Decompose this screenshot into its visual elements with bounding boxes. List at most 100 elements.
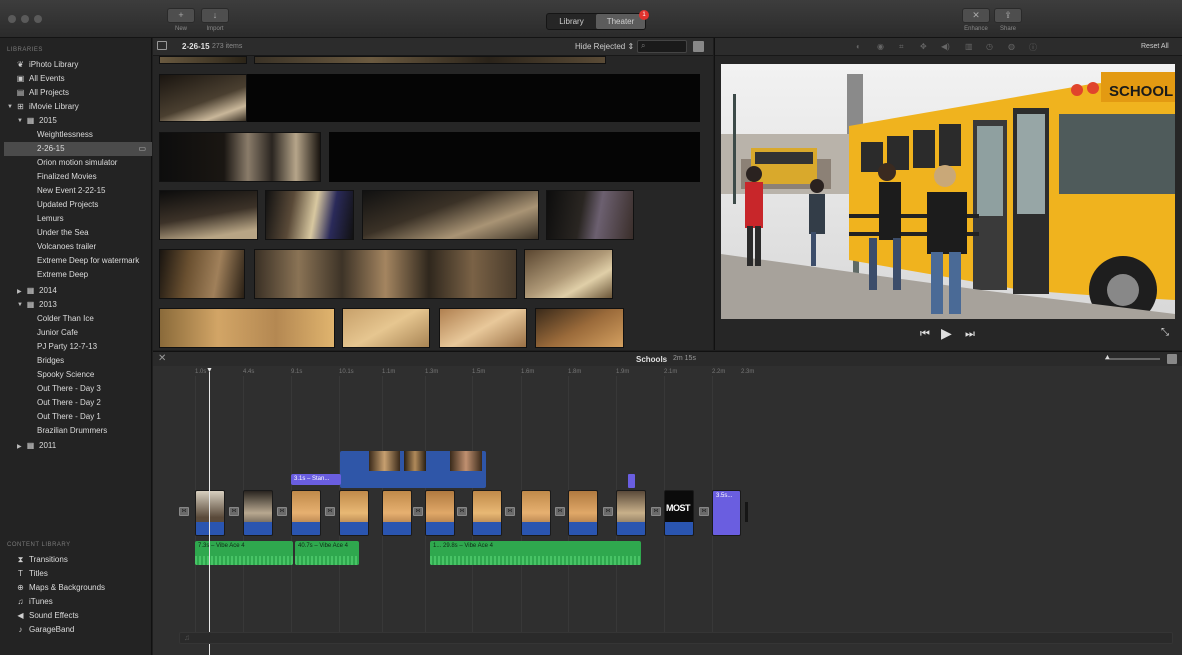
search-input[interactable]: ⌕ xyxy=(637,40,687,53)
timeline-clip[interactable] xyxy=(291,490,321,536)
cutaway-clip[interactable] xyxy=(340,451,486,488)
stabilization-icon[interactable]: ✥ xyxy=(920,42,927,51)
sidebar-item-out-there-2[interactable]: Out There - Day 2 xyxy=(37,396,101,410)
sidebar-item-colder-than-ice[interactable]: Colder Than Ice xyxy=(37,312,94,326)
audio-clip[interactable]: 40.7s – Vibe Ace 4 xyxy=(295,541,359,565)
title-clip[interactable]: 3.5s... xyxy=(712,490,741,536)
content-item-itunes[interactable]: ♫ iTunes xyxy=(16,595,53,609)
sidebar-item-out-there-3[interactable]: Out There - Day 3 xyxy=(37,382,101,396)
clip-thumbnail-dark[interactable] xyxy=(247,74,700,122)
sidebar-item-new-event[interactable]: New Event 2-22-15 xyxy=(37,184,105,198)
clip-thumbnail[interactable] xyxy=(265,190,354,240)
transition-icon[interactable]: ⋈ xyxy=(603,507,613,516)
share-button[interactable]: ⇪ xyxy=(994,8,1022,23)
timeline-clip[interactable] xyxy=(339,490,369,536)
hide-rejected-dropdown[interactable]: Hide Rejected ⇕ xyxy=(575,42,634,51)
background-music-well[interactable]: ♫ xyxy=(179,632,1173,644)
timeline-clip[interactable] xyxy=(425,490,455,536)
sidebar-item-all-events[interactable]: ▣ All Events xyxy=(16,72,65,86)
clip-thumbnail[interactable] xyxy=(254,249,517,299)
timeline-clip-most-logo[interactable]: MOST xyxy=(664,490,694,536)
sidebar-item-bridges[interactable]: Bridges xyxy=(37,354,64,368)
volume-icon[interactable]: ◀) xyxy=(941,42,950,51)
transition-icon[interactable]: ⋈ xyxy=(413,507,423,516)
timeline-clip[interactable] xyxy=(616,490,646,536)
timeline-clip[interactable] xyxy=(243,490,273,536)
sidebar-item-out-there-1[interactable]: Out There - Day 1 xyxy=(37,410,101,424)
sidebar-item-extreme-deep[interactable]: Extreme Deep xyxy=(37,268,88,282)
zoom-slider[interactable] xyxy=(1105,358,1160,360)
sidebar-item-updated-projects[interactable]: Updated Projects xyxy=(37,198,98,212)
zoom-window-button[interactable] xyxy=(34,15,42,23)
content-item-garageband[interactable]: ♪ GarageBand xyxy=(16,623,75,637)
clip-appearance-icon[interactable] xyxy=(693,41,704,52)
info-icon[interactable]: ⓘ xyxy=(1029,42,1037,53)
enhance-button[interactable]: ✕ xyxy=(962,8,990,23)
disclosure-triangle-icon[interactable]: ▶ xyxy=(17,288,22,295)
transition-icon[interactable]: ⋈ xyxy=(229,507,239,516)
transition-icon[interactable]: ⋈ xyxy=(179,507,189,516)
sidebar-item-brazilian-drummers[interactable]: Brazilian Drummers xyxy=(37,424,107,438)
title-clip-label[interactable]: 3.1s – Stan... xyxy=(291,474,341,485)
clip-thumbnail[interactable] xyxy=(159,74,247,122)
clip-filter-icon[interactable]: ◍ xyxy=(1008,42,1015,51)
sidebar-item-2011[interactable]: ▦ 2011 xyxy=(26,439,56,453)
transition-icon[interactable]: ⋈ xyxy=(699,507,709,516)
timeline-clip[interactable] xyxy=(568,490,598,536)
sidebar-item-2-26-15[interactable]: 2-26-15 ▭ xyxy=(4,142,152,156)
playhead[interactable] xyxy=(209,372,210,655)
transition-icon[interactable]: ⋈ xyxy=(325,507,335,516)
color-correction-icon[interactable]: ◉ xyxy=(877,42,884,51)
timeline-clip[interactable] xyxy=(195,490,225,536)
disclosure-triangle-icon[interactable]: ▼ xyxy=(17,118,23,124)
transition-icon[interactable]: ⋈ xyxy=(505,507,515,516)
timeline-settings-icon[interactable] xyxy=(1167,354,1177,364)
crop-icon[interactable]: ⌗ xyxy=(899,42,904,52)
clip-thumbnail[interactable] xyxy=(159,190,258,240)
clip-thumbnail[interactable] xyxy=(159,249,245,299)
play-icon[interactable]: ▶ xyxy=(941,325,952,342)
timeline-clip[interactable] xyxy=(521,490,551,536)
sidebar-item-spooky-science[interactable]: Spooky Science xyxy=(37,368,94,382)
clip-thumbnail[interactable] xyxy=(546,190,634,240)
disclosure-triangle-icon[interactable]: ▼ xyxy=(7,104,13,110)
tab-theater[interactable]: Theater xyxy=(596,14,645,29)
sidebar-item-2013[interactable]: ▦ 2013 xyxy=(26,298,57,312)
sidebar-item-extreme-deep-watermark[interactable]: Extreme Deep for watermark xyxy=(37,254,139,268)
clip-thumbnail[interactable] xyxy=(362,190,539,240)
sidebar-item-volcanoes[interactable]: Volcanoes trailer xyxy=(37,240,96,254)
import-button[interactable]: ↓ xyxy=(201,8,229,23)
reset-all-button[interactable]: Reset All xyxy=(1141,43,1169,50)
clip-thumbnail[interactable] xyxy=(159,308,335,348)
sidebar-item-under-the-sea[interactable]: Under the Sea xyxy=(37,226,89,240)
content-item-maps[interactable]: ⊕ Maps & Backgrounds xyxy=(16,581,105,595)
clip-thumbnail-dark[interactable] xyxy=(329,132,700,182)
playhead-handle-icon[interactable]: ▼ xyxy=(206,367,213,374)
clip-thumbnail[interactable] xyxy=(254,56,606,64)
sidebar-item-pj-party[interactable]: PJ Party 12-7-13 xyxy=(37,340,97,354)
sidebar-item-weightlessness[interactable]: Weightlessness xyxy=(37,128,93,142)
tab-library[interactable]: Library xyxy=(547,14,596,29)
disclosure-triangle-icon[interactable]: ▶ xyxy=(17,443,22,450)
sidebar-item-2015[interactable]: ▦ 2015 xyxy=(26,114,57,128)
transition-icon[interactable]: ⋈ xyxy=(457,507,467,516)
clip-thumbnail[interactable] xyxy=(524,249,613,299)
content-item-sound-effects[interactable]: ◀ Sound Effects xyxy=(16,609,78,623)
sidebar-item-imovie-library[interactable]: ⊞ iMovie Library xyxy=(16,100,79,114)
sidebar-item-2014[interactable]: ▦ 2014 xyxy=(26,284,57,298)
close-window-button[interactable] xyxy=(8,15,16,23)
close-icon[interactable]: ✕ xyxy=(158,353,166,364)
title-clip-marker[interactable] xyxy=(628,474,635,488)
sidebar-item-all-projects[interactable]: ▤ All Projects xyxy=(16,86,69,100)
sidebar-item-lemurs[interactable]: Lemurs xyxy=(37,212,64,226)
zoom-slider-knob[interactable]: ▲ xyxy=(1104,354,1111,361)
new-button[interactable]: + xyxy=(167,8,195,23)
speed-icon[interactable]: ◷ xyxy=(986,42,993,51)
clip-thumbnail[interactable] xyxy=(159,132,321,182)
content-item-titles[interactable]: T Titles xyxy=(16,567,48,581)
audio-clip[interactable]: 1... 29.8s – Vibe Ace 4 xyxy=(430,541,641,565)
sidebar-item-finalized-movies[interactable]: Finalized Movies xyxy=(37,170,97,184)
sidebar-item-junior-cafe[interactable]: Junior Cafe xyxy=(37,326,78,340)
color-balance-icon[interactable]: ◐ xyxy=(856,42,861,51)
skip-back-icon[interactable]: ⏮ xyxy=(920,328,930,341)
